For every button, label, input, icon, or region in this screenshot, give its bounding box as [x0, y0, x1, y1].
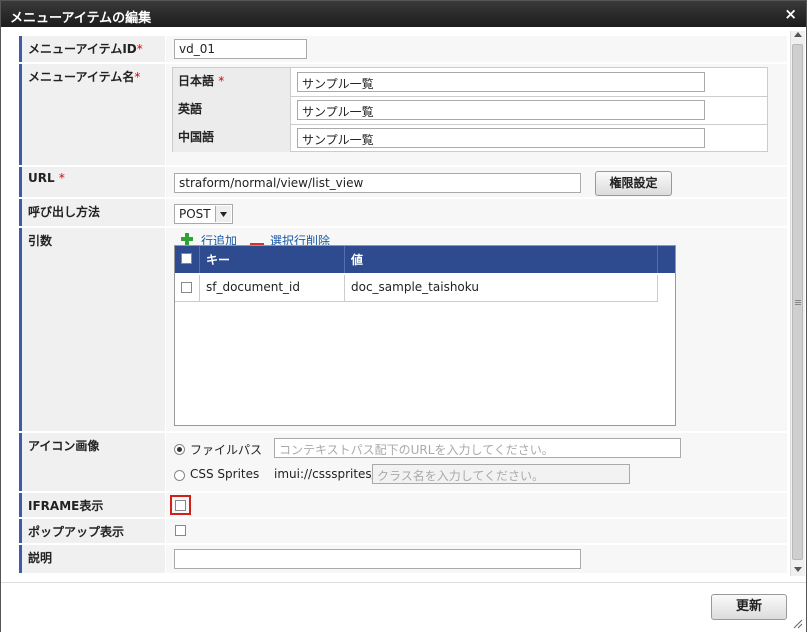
iframe-display-checkbox[interactable] — [175, 500, 186, 511]
url-label: URL * — [19, 167, 165, 197]
grid-header-key[interactable]: キー — [200, 246, 345, 273]
url-value-cell: straform/normal/view/list_view 権限設定 — [166, 167, 787, 197]
row-checkbox[interactable] — [181, 282, 192, 293]
popup-display-checkbox[interactable] — [175, 525, 186, 536]
vertical-scrollbar[interactable] — [790, 31, 805, 576]
language-name: 英語 — [173, 96, 291, 124]
menu-item-id-row: メニューアイテムID* vd_01 — [19, 36, 787, 62]
popup-display-value-cell — [166, 519, 787, 543]
dialog-footer: 更新 — [1, 582, 806, 632]
call-method-selected-value: POST — [179, 207, 211, 221]
description-row: 説明 — [19, 545, 787, 573]
menu-item-name-label-text: メニューアイテム名 — [28, 70, 135, 84]
css-sprites-option-label[interactable]: CSS Sprites — [190, 467, 259, 481]
name-input-japanese[interactable]: サンプル一覧 — [297, 72, 705, 92]
name-input-english[interactable]: サンプル一覧 — [297, 100, 705, 120]
url-label-text: URL — [28, 171, 55, 185]
description-label: 説明 — [19, 545, 165, 573]
grid-header-value[interactable]: 値 — [345, 246, 658, 273]
language-name: 中国語 — [173, 124, 291, 152]
file-path-input[interactable]: コンテキストパス配下のURLを入力してください。 — [274, 438, 681, 458]
required-mark: * — [134, 70, 141, 84]
dialog-titlebar[interactable]: メニューアイテムの編集 × — [1, 1, 806, 27]
menu-item-id-value-cell: vd_01 — [166, 36, 787, 62]
icon-image-label: アイコン画像 — [19, 433, 165, 491]
menu-item-name-value-cell: 日本語 * サンプル一覧 英語 サンプル一覧 中国語 サンプル一覧 — [166, 64, 787, 165]
language-row-chinese: 中国語 サンプル一覧 — [173, 124, 767, 152]
css-sprites-radio[interactable] — [174, 470, 185, 481]
required-mark: * — [136, 42, 143, 56]
language-name-table: 日本語 * サンプル一覧 英語 サンプル一覧 中国語 サンプル一覧 — [172, 67, 768, 152]
call-method-value-cell: POST — [166, 199, 787, 226]
url-row: URL * straform/normal/view/list_view 権限設… — [19, 167, 787, 197]
popup-display-row: ポップアップ表示 — [19, 519, 787, 543]
iframe-display-value-cell — [166, 493, 787, 517]
arguments-value-cell: 行追加 選択行削除 キー 値 sf_document_id doc_sample… — [166, 228, 787, 431]
call-method-row: 呼び出し方法 POST — [19, 199, 787, 226]
grid-cell-value[interactable]: doc_sample_taishoku — [345, 275, 658, 301]
scroll-down-arrow-icon[interactable] — [794, 567, 802, 572]
grip-line — [795, 300, 801, 301]
icon-image-row: アイコン画像 ファイルパス コンテキストパス配下のURLを入力してください。 C… — [19, 433, 787, 491]
call-method-label: 呼び出し方法 — [19, 199, 165, 226]
url-input[interactable]: straform/normal/view/list_view — [174, 173, 581, 193]
edit-menu-item-dialog: メニューアイテムの編集 × メニューアイテムID* vd_01 メニューアイテム… — [0, 0, 807, 632]
grid-header: キー 値 — [175, 246, 675, 273]
arguments-grid: キー 値 sf_document_id doc_sample_taishoku — [174, 245, 676, 426]
grip-line — [795, 302, 801, 303]
dialog-content: メニューアイテムID* vd_01 メニューアイテム名* 日本語 * サンプル一… — [1, 27, 806, 582]
file-path-option-label[interactable]: ファイルパス — [190, 441, 262, 458]
language-name-text: 日本語 — [178, 74, 215, 88]
grid-cell-key[interactable]: sf_document_id — [200, 275, 345, 301]
menu-item-name-row: メニューアイテム名* 日本語 * サンプル一覧 英語 サンプル一覧 中国語 サン… — [19, 64, 787, 165]
update-button[interactable]: 更新 — [711, 594, 787, 620]
select-all-checkbox[interactable] — [181, 253, 192, 264]
css-sprites-class-input[interactable]: クラス名を入力してください。 — [372, 464, 630, 484]
menu-item-id-label-text: メニューアイテムID — [28, 42, 137, 56]
grid-header-checkbox-cell — [175, 246, 200, 273]
dialog-title: メニューアイテムの編集 — [10, 11, 152, 26]
chevron-down-icon[interactable] — [215, 206, 231, 222]
resize-grip-icon[interactable] — [793, 619, 803, 629]
arguments-row: 引数 行追加 選択行削除 キー 値 sf_document_id doc_sam… — [19, 228, 787, 431]
grid-row[interactable]: sf_document_id doc_sample_taishoku — [175, 275, 658, 302]
menu-item-name-label: メニューアイテム名* — [19, 64, 165, 165]
language-row-japanese: 日本語 * サンプル一覧 — [173, 68, 767, 97]
close-icon[interactable]: × — [784, 5, 797, 23]
file-path-radio[interactable] — [174, 444, 185, 455]
iframe-display-label: IFRAME表示 — [19, 493, 165, 517]
required-mark: * — [218, 74, 225, 88]
scrollbar-thumb[interactable] — [792, 44, 803, 560]
language-row-english: 英語 サンプル一覧 — [173, 96, 767, 125]
call-method-select[interactable]: POST — [174, 204, 233, 224]
language-name: 日本語 * — [173, 68, 291, 96]
permission-settings-button[interactable]: 権限設定 — [595, 171, 672, 196]
icon-image-value-cell: ファイルパス コンテキストパス配下のURLを入力してください。 CSS Spri… — [166, 433, 787, 491]
required-mark: * — [58, 171, 65, 185]
scroll-up-arrow-icon[interactable] — [794, 32, 802, 37]
name-input-chinese[interactable]: サンプル一覧 — [297, 128, 705, 148]
description-input[interactable] — [174, 549, 581, 569]
popup-display-label: ポップアップ表示 — [19, 519, 165, 543]
iframe-display-row: IFRAME表示 — [19, 493, 787, 517]
grip-line — [795, 304, 801, 305]
arguments-label: 引数 — [19, 228, 165, 431]
description-value-cell — [166, 545, 787, 573]
grid-row-checkbox-cell — [175, 275, 200, 301]
menu-item-id-label: メニューアイテムID* — [19, 36, 165, 62]
css-sprites-prefix: imui://csssprites/ — [274, 467, 376, 481]
menu-item-id-input[interactable]: vd_01 — [174, 39, 307, 59]
